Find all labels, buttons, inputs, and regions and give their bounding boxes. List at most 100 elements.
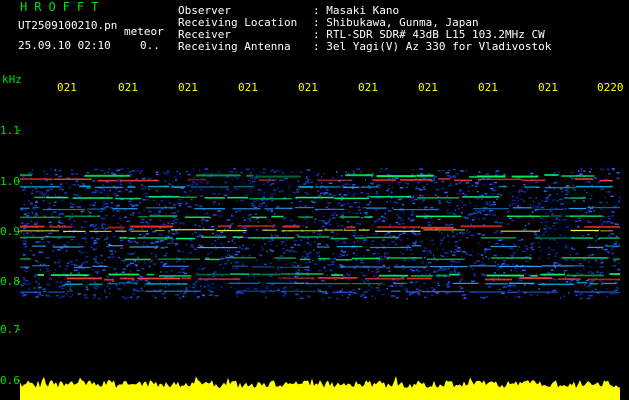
noise-pixel [353, 252, 355, 254]
noise-pixel [471, 219, 475, 221]
noise-pixel [144, 262, 147, 264]
noise-pixel [517, 290, 521, 292]
noise-pixel [159, 281, 162, 284]
noise-pixel [588, 204, 590, 207]
noise-pixel [430, 239, 435, 241]
noise-pixel [573, 189, 577, 191]
signal-segment [53, 178, 92, 180]
noise-pixel [607, 251, 610, 254]
noise-pixel [135, 265, 138, 267]
noise-pixel [259, 254, 263, 257]
signal-segment [145, 290, 162, 292]
noise-pixel [355, 254, 358, 257]
signal-segment [376, 226, 421, 229]
noise-pixel [347, 296, 350, 299]
noise-pixel [561, 190, 564, 193]
noise-pixel [470, 234, 475, 237]
noise-pixel [178, 198, 182, 201]
noise-pixel [371, 176, 373, 178]
noise-pixel [562, 295, 566, 298]
noise-pixel [582, 200, 585, 202]
noise-pixel [589, 197, 592, 200]
noise-pixel [605, 288, 608, 290]
noise-pixel [526, 188, 529, 190]
noise-pixel [421, 260, 423, 263]
noise-pixel [417, 289, 422, 291]
noise-pixel [237, 247, 242, 249]
signal-segment [386, 257, 423, 259]
noise-pixel [69, 186, 71, 189]
noise-pixel [418, 293, 420, 296]
noise-pixel [305, 181, 307, 183]
noise-pixel [344, 183, 348, 185]
noise-pixel [178, 227, 181, 229]
noise-pixel [97, 269, 100, 271]
noise-pixel [127, 264, 131, 266]
noise-pixel [436, 276, 440, 278]
noise-pixel [108, 212, 110, 214]
noise-pixel [46, 189, 50, 192]
noise-pixel [282, 247, 285, 250]
noise-pixel [364, 212, 368, 214]
noise-pixel [64, 268, 68, 270]
noise-pixel [452, 176, 456, 178]
noise-pixel [488, 211, 491, 214]
noise-pixel [187, 194, 190, 197]
noise-pixel [60, 281, 62, 283]
signal-segment [449, 273, 460, 276]
noise-pixel [117, 190, 122, 193]
noise-pixel [327, 204, 329, 206]
noise-pixel [221, 257, 226, 259]
signal-segment [20, 225, 45, 228]
noise-pixel [323, 173, 325, 175]
noise-pixel [444, 191, 448, 194]
noise-pixel [100, 254, 103, 257]
noise-pixel [188, 286, 191, 288]
signal-segment [570, 229, 599, 232]
noise-pixel [484, 248, 487, 250]
noise-pixel [149, 219, 153, 221]
noise-pixel [367, 269, 370, 272]
noise-pixel [71, 203, 75, 205]
noise-pixel [399, 284, 403, 286]
noise-pixel [520, 180, 523, 182]
noise-pixel [27, 212, 31, 214]
noise-pixel [168, 235, 170, 238]
noise-pixel [34, 214, 39, 216]
signal-segment [281, 290, 316, 292]
noise-pixel [50, 183, 53, 185]
noise-pixel [45, 270, 50, 272]
noise-pixel [423, 188, 426, 190]
noise-pixel [213, 201, 217, 203]
noise-pixel [492, 280, 495, 282]
signal-segment [473, 208, 510, 210]
noise-pixel [317, 237, 319, 239]
noise-pixel [309, 285, 311, 288]
freq-tick-label: 0.6 [0, 374, 20, 387]
noise-pixel [139, 275, 144, 278]
noise-pixel [192, 286, 196, 289]
noise-pixel [441, 255, 445, 258]
noise-pixel [457, 192, 462, 195]
noise-pixel [265, 204, 268, 207]
file-type-text: meteor [124, 25, 164, 38]
noise-pixel [505, 177, 507, 179]
noise-pixel [121, 172, 123, 175]
noise-pixel [139, 201, 141, 204]
noise-pixel [297, 265, 299, 267]
noise-pixel [458, 190, 463, 192]
noise-pixel [51, 244, 55, 246]
signal-segment [108, 273, 140, 276]
noise-pixel [337, 202, 341, 205]
noise-pixel [474, 185, 478, 187]
noise-pixel [131, 214, 134, 217]
noise-pixel [205, 212, 208, 215]
noise-pixel [457, 207, 460, 210]
noise-pixel [531, 246, 534, 249]
noise-pixel [386, 288, 388, 290]
noise-pixel [348, 211, 350, 213]
noise-pixel [476, 205, 478, 207]
noise-pixel [600, 189, 603, 191]
noise-pixel [442, 268, 447, 270]
noise-pixel [459, 279, 463, 281]
